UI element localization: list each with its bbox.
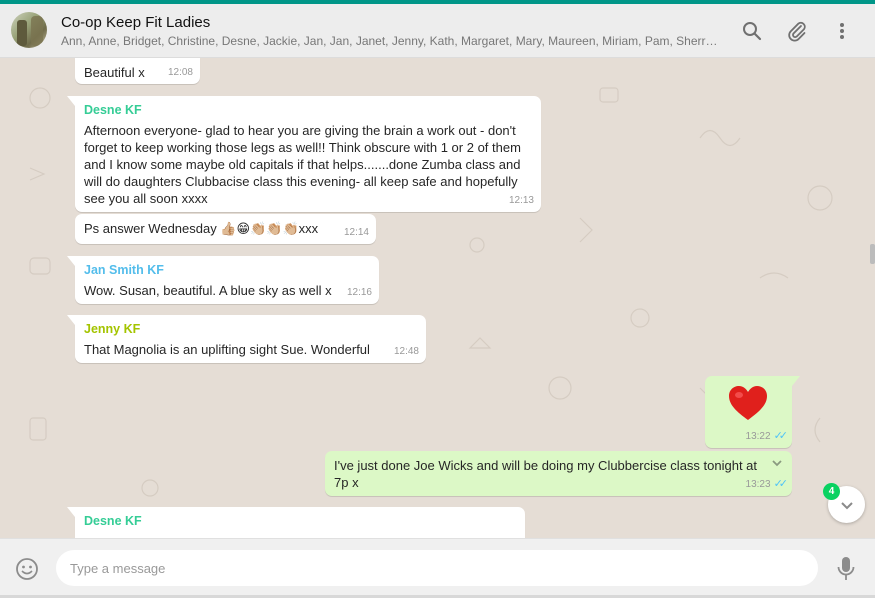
message-bubble-outgoing[interactable]: I've just done Joe Wicks and will be doi… — [325, 451, 792, 496]
group-avatar[interactable] — [11, 12, 47, 48]
read-receipt-icon: ✓✓ — [773, 478, 789, 490]
attach-icon[interactable] — [786, 20, 808, 42]
bubble-tail — [792, 376, 800, 386]
group-title[interactable]: Co-op Keep Fit Ladies — [61, 14, 210, 31]
message-time: 13:23 ✓✓ — [745, 478, 789, 490]
avatar-image-detail — [17, 20, 27, 46]
emoji-icon[interactable] — [15, 557, 39, 581]
bubble-tail — [67, 507, 75, 517]
chat-area[interactable]: Beautiful x 12:08 Desne KF Afternoon eve… — [0, 58, 875, 538]
sender-name[interactable]: Jenny KF — [84, 321, 417, 338]
message-bubble-outgoing[interactable]: 13:22 ✓✓ — [705, 376, 800, 448]
message-composer — [0, 538, 875, 598]
avatar-image-detail — [31, 16, 43, 46]
sender-name[interactable]: Desne KF — [84, 513, 516, 530]
group-members: Ann, Anne, Bridget, Christine, Desne, Ja… — [61, 34, 721, 48]
message-bubble[interactable]: Ps answer Wednesday 👍🏼😁👏🏼👏🏼👏🏼xxx 12:14 — [75, 214, 376, 244]
bubble-tail — [67, 315, 75, 325]
message-time: 12:13 — [508, 195, 534, 206]
message-text: Wow. Susan, beautiful. A blue sky as wel… — [84, 283, 332, 298]
message-text: Ps answer Wednesday 👍🏼😁👏🏼👏🏼👏🏼xxx — [84, 221, 319, 236]
sender-name[interactable]: Jan Smith KF — [84, 262, 370, 279]
sender-name[interactable]: Desne KF — [84, 102, 532, 119]
message-input[interactable] — [56, 550, 818, 586]
bubble-tail — [67, 256, 75, 266]
message-bubble[interactable]: Beautiful x 12:08 — [75, 58, 200, 84]
message-text: Beautiful x — [84, 65, 145, 80]
message-time: 12:14 — [343, 227, 369, 238]
message-time: 12:16 — [346, 287, 372, 298]
message-bubble[interactable]: Desne KF — [67, 507, 525, 538]
heart-emoji — [727, 384, 769, 426]
read-receipt-icon: ✓✓ — [773, 430, 789, 442]
message-text: I've just done Joe Wicks and will be doi… — [334, 458, 758, 490]
chat-header[interactable]: Co-op Keep Fit Ladies Ann, Anne, Bridget… — [0, 4, 875, 58]
chevron-down-icon[interactable] — [770, 456, 784, 474]
microphone-icon[interactable] — [836, 556, 856, 582]
message-text: Afternoon everyone- glad to hear you are… — [84, 123, 521, 206]
message-text: That Magnolia is an uplifting sight Sue.… — [84, 342, 370, 357]
chevron-down-icon — [840, 501, 853, 509]
message-time: 13:22 ✓✓ — [745, 430, 789, 442]
message-time: 12:48 — [393, 346, 419, 357]
chat-scrollbar[interactable] — [870, 244, 875, 264]
message-bubble[interactable]: Jenny KF That Magnolia is an uplifting s… — [67, 315, 426, 363]
message-bubble[interactable]: Desne KF Afternoon everyone- glad to hea… — [67, 96, 541, 212]
unread-count-badge: 4 — [823, 483, 840, 500]
menu-icon[interactable] — [831, 20, 853, 42]
search-icon[interactable] — [741, 20, 763, 42]
bubble-tail — [67, 96, 75, 106]
message-bubble[interactable]: Jan Smith KF Wow. Susan, beautiful. A bl… — [67, 256, 379, 304]
message-time: 12:08 — [167, 67, 193, 78]
